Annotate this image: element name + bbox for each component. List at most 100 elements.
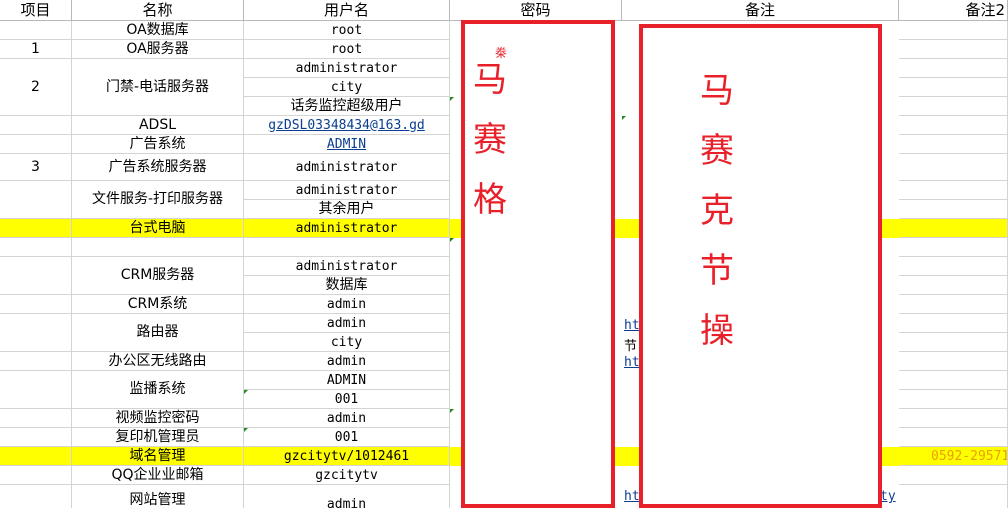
cell-name[interactable]: 路由器 [72, 314, 244, 352]
cell-note2[interactable] [899, 154, 1008, 181]
cell-item[interactable] [0, 116, 72, 135]
cell-item[interactable] [0, 428, 72, 447]
cell-name[interactable]: 网站管理 [72, 485, 244, 508]
cell-item[interactable] [0, 352, 72, 371]
cell-note2[interactable] [899, 238, 1008, 257]
cell-note2[interactable] [899, 78, 1008, 97]
note-fragment[interactable]: ht [624, 489, 640, 504]
cell-note2[interactable] [899, 295, 1008, 314]
cell-name[interactable]: 监播系统 [72, 371, 244, 409]
cell-note2[interactable] [899, 371, 1008, 390]
cell-username[interactable]: root [244, 21, 450, 40]
cell-name[interactable]: 台式电脑 [72, 219, 244, 238]
cell-username-link[interactable]: ADMIN [244, 135, 450, 154]
comment-indicator-icon [450, 238, 454, 242]
cell-note2[interactable] [899, 97, 1008, 116]
cell-name[interactable]: CRM服务器 [72, 257, 244, 295]
cell-note2[interactable] [899, 257, 1008, 276]
note-fragment[interactable]: ty [880, 489, 896, 504]
cell-username[interactable]: 话务监控超级用户 [244, 97, 450, 116]
column-header-note[interactable]: 备注 [622, 0, 899, 21]
cell-note2[interactable] [899, 428, 1008, 447]
cell-item[interactable]: 1 [0, 40, 72, 59]
cell-item[interactable] [0, 447, 72, 466]
cell-item[interactable] [0, 409, 72, 428]
cell-note2[interactable] [899, 466, 1008, 485]
cell-note2[interactable] [899, 219, 1008, 238]
cell-note2[interactable] [899, 59, 1008, 78]
cell-item[interactable] [0, 257, 72, 295]
cell-note2[interactable] [899, 40, 1008, 59]
cell-item[interactable]: 3 [0, 154, 72, 181]
cell-item[interactable] [0, 485, 72, 508]
cell-item[interactable] [0, 314, 72, 352]
cell-username[interactable]: administrator [244, 154, 450, 181]
cell-note2[interactable] [899, 181, 1008, 200]
cell-name[interactable]: 域名管理 [72, 447, 244, 466]
cell-username[interactable]: admin [244, 295, 450, 314]
cell-note2[interactable] [899, 333, 1008, 352]
cell-username[interactable]: ADMIN [244, 371, 450, 390]
cell-note2[interactable] [899, 352, 1008, 371]
cell-name[interactable]: 复印机管理员 [72, 428, 244, 447]
cell-item[interactable] [0, 371, 72, 409]
cell-name[interactable]: ADSL [72, 116, 244, 135]
cell-username[interactable]: administrator [244, 219, 450, 238]
cell-username[interactable]: administrator [244, 181, 450, 200]
cell-username[interactable]: 数据库 [244, 276, 450, 295]
cell-note2[interactable] [899, 314, 1008, 333]
cell-username[interactable]: admin [244, 314, 450, 333]
note-fragment[interactable]: ht [624, 318, 640, 333]
cell-username[interactable]: administrator [244, 257, 450, 276]
cell-name[interactable]: CRM系统 [72, 295, 244, 314]
cell-name[interactable]: QQ企业业邮箱 [72, 466, 244, 485]
cell-name[interactable]: OA数据库 [72, 21, 244, 40]
cell-item[interactable] [0, 466, 72, 485]
cell-username[interactable]: gzcitytv/1012461 [244, 447, 450, 466]
note-fragment[interactable]: ht [624, 355, 640, 370]
cell-name[interactable]: OA服务器 [72, 40, 244, 59]
cell-note2-domain[interactable]: 0592-29571 [899, 447, 1008, 466]
column-header-name[interactable]: 名称 [72, 0, 244, 21]
cell-note2[interactable] [899, 409, 1008, 428]
column-header-item[interactable]: 项目 [0, 0, 72, 21]
cell-note2[interactable] [899, 276, 1008, 295]
cell-username[interactable] [244, 238, 450, 257]
cell-username-link[interactable]: gzDSL03348434@163.gd [244, 116, 450, 135]
cell-username[interactable]: admin [244, 485, 450, 508]
cell-name[interactable]: 门禁-电话服务器 [72, 59, 244, 116]
cell-username[interactable]: administrator [244, 59, 450, 78]
cell-name[interactable]: 文件服务-打印服务器 [72, 181, 244, 219]
cell-note2[interactable] [899, 135, 1008, 154]
cell-username[interactable]: 001 [244, 428, 450, 447]
cell-username[interactable]: admin [244, 409, 450, 428]
cell-name[interactable]: 广告系统服务器 [72, 154, 244, 181]
column-header-note2[interactable]: 备注2 [899, 0, 1008, 21]
cell-username[interactable]: admin [244, 352, 450, 371]
cell-note2[interactable] [899, 390, 1008, 409]
cell-item[interactable] [0, 21, 72, 40]
cell-name[interactable] [72, 238, 244, 257]
cell-username[interactable]: gzcitytv [244, 466, 450, 485]
cell-username[interactable]: city [244, 333, 450, 352]
column-header-password[interactable]: 密码 [450, 0, 622, 21]
cell-name[interactable]: 办公区无线路由 [72, 352, 244, 371]
cell-note2[interactable] [899, 200, 1008, 219]
column-header-username[interactable]: 用户名 [244, 0, 450, 21]
cell-name[interactable]: 视频监控密码 [72, 409, 244, 428]
redaction-label: 赛 [700, 131, 734, 171]
cell-item[interactable] [0, 219, 72, 238]
cell-username[interactable]: 001 [244, 390, 450, 409]
cell-name[interactable]: 广告系统 [72, 135, 244, 154]
cell-item[interactable]: 2 [0, 59, 72, 116]
cell-username[interactable]: city [244, 78, 450, 97]
cell-item[interactable] [0, 295, 72, 314]
cell-username[interactable]: 其余用户 [244, 200, 450, 219]
cell-note2[interactable] [899, 21, 1008, 40]
cell-item[interactable] [0, 135, 72, 154]
cell-note2[interactable] [899, 116, 1008, 135]
cell-username[interactable]: root [244, 40, 450, 59]
cell-item[interactable] [0, 181, 72, 219]
cell-note2[interactable] [899, 485, 1008, 508]
cell-item[interactable] [0, 238, 72, 257]
